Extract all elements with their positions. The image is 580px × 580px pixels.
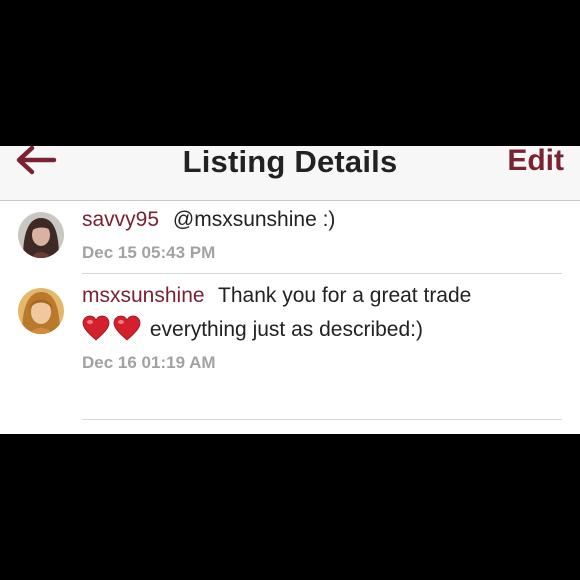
comment-text: @msxsunshine :) [172,208,336,231]
comment-body: msxsunshine Thank you for a great trade … [82,279,562,377]
comment-timestamp: Dec 16 01:19 AM [82,353,216,372]
comment-divider [82,419,562,420]
edit-button[interactable]: Edit [507,146,564,178]
comment-line: everything just as described:) [82,313,562,347]
avatar-image [18,288,64,334]
comment-username[interactable]: savvy95 [82,208,159,231]
navigation-bar: Listing Details Edit [0,146,580,201]
comment-text: everything just as described:) [149,318,423,341]
comment-item: savvy95 @msxsunshine :) Dec 15 05:43 PM [0,201,580,277]
comment-divider [82,273,562,274]
comment-timestamp: Dec 15 05:43 PM [82,243,216,262]
comment-text: Thank you for a great trade [218,284,472,307]
comment-list: savvy95 @msxsunshine :) Dec 15 05:43 PM [0,201,580,423]
comment-line: savvy95 @msxsunshine :) [82,203,562,237]
avatar-image [18,212,64,258]
avatar[interactable] [18,288,64,334]
avatar[interactable] [18,212,64,258]
comment-username[interactable]: msxsunshine [82,284,205,307]
app-screen: Listing Details Edit savvy95 @msxsunshin… [0,146,580,434]
comment-line: msxsunshine Thank you for a great trade [82,279,562,313]
heart-icon [82,315,110,341]
heart-icon [113,315,141,341]
arrow-left-icon [16,146,57,175]
page-title: Listing Details [182,146,398,179]
back-button[interactable] [14,146,60,176]
comment-item: msxsunshine Thank you for a great trade … [0,277,580,423]
comment-body: savvy95 @msxsunshine :) Dec 15 05:43 PM [82,203,562,267]
